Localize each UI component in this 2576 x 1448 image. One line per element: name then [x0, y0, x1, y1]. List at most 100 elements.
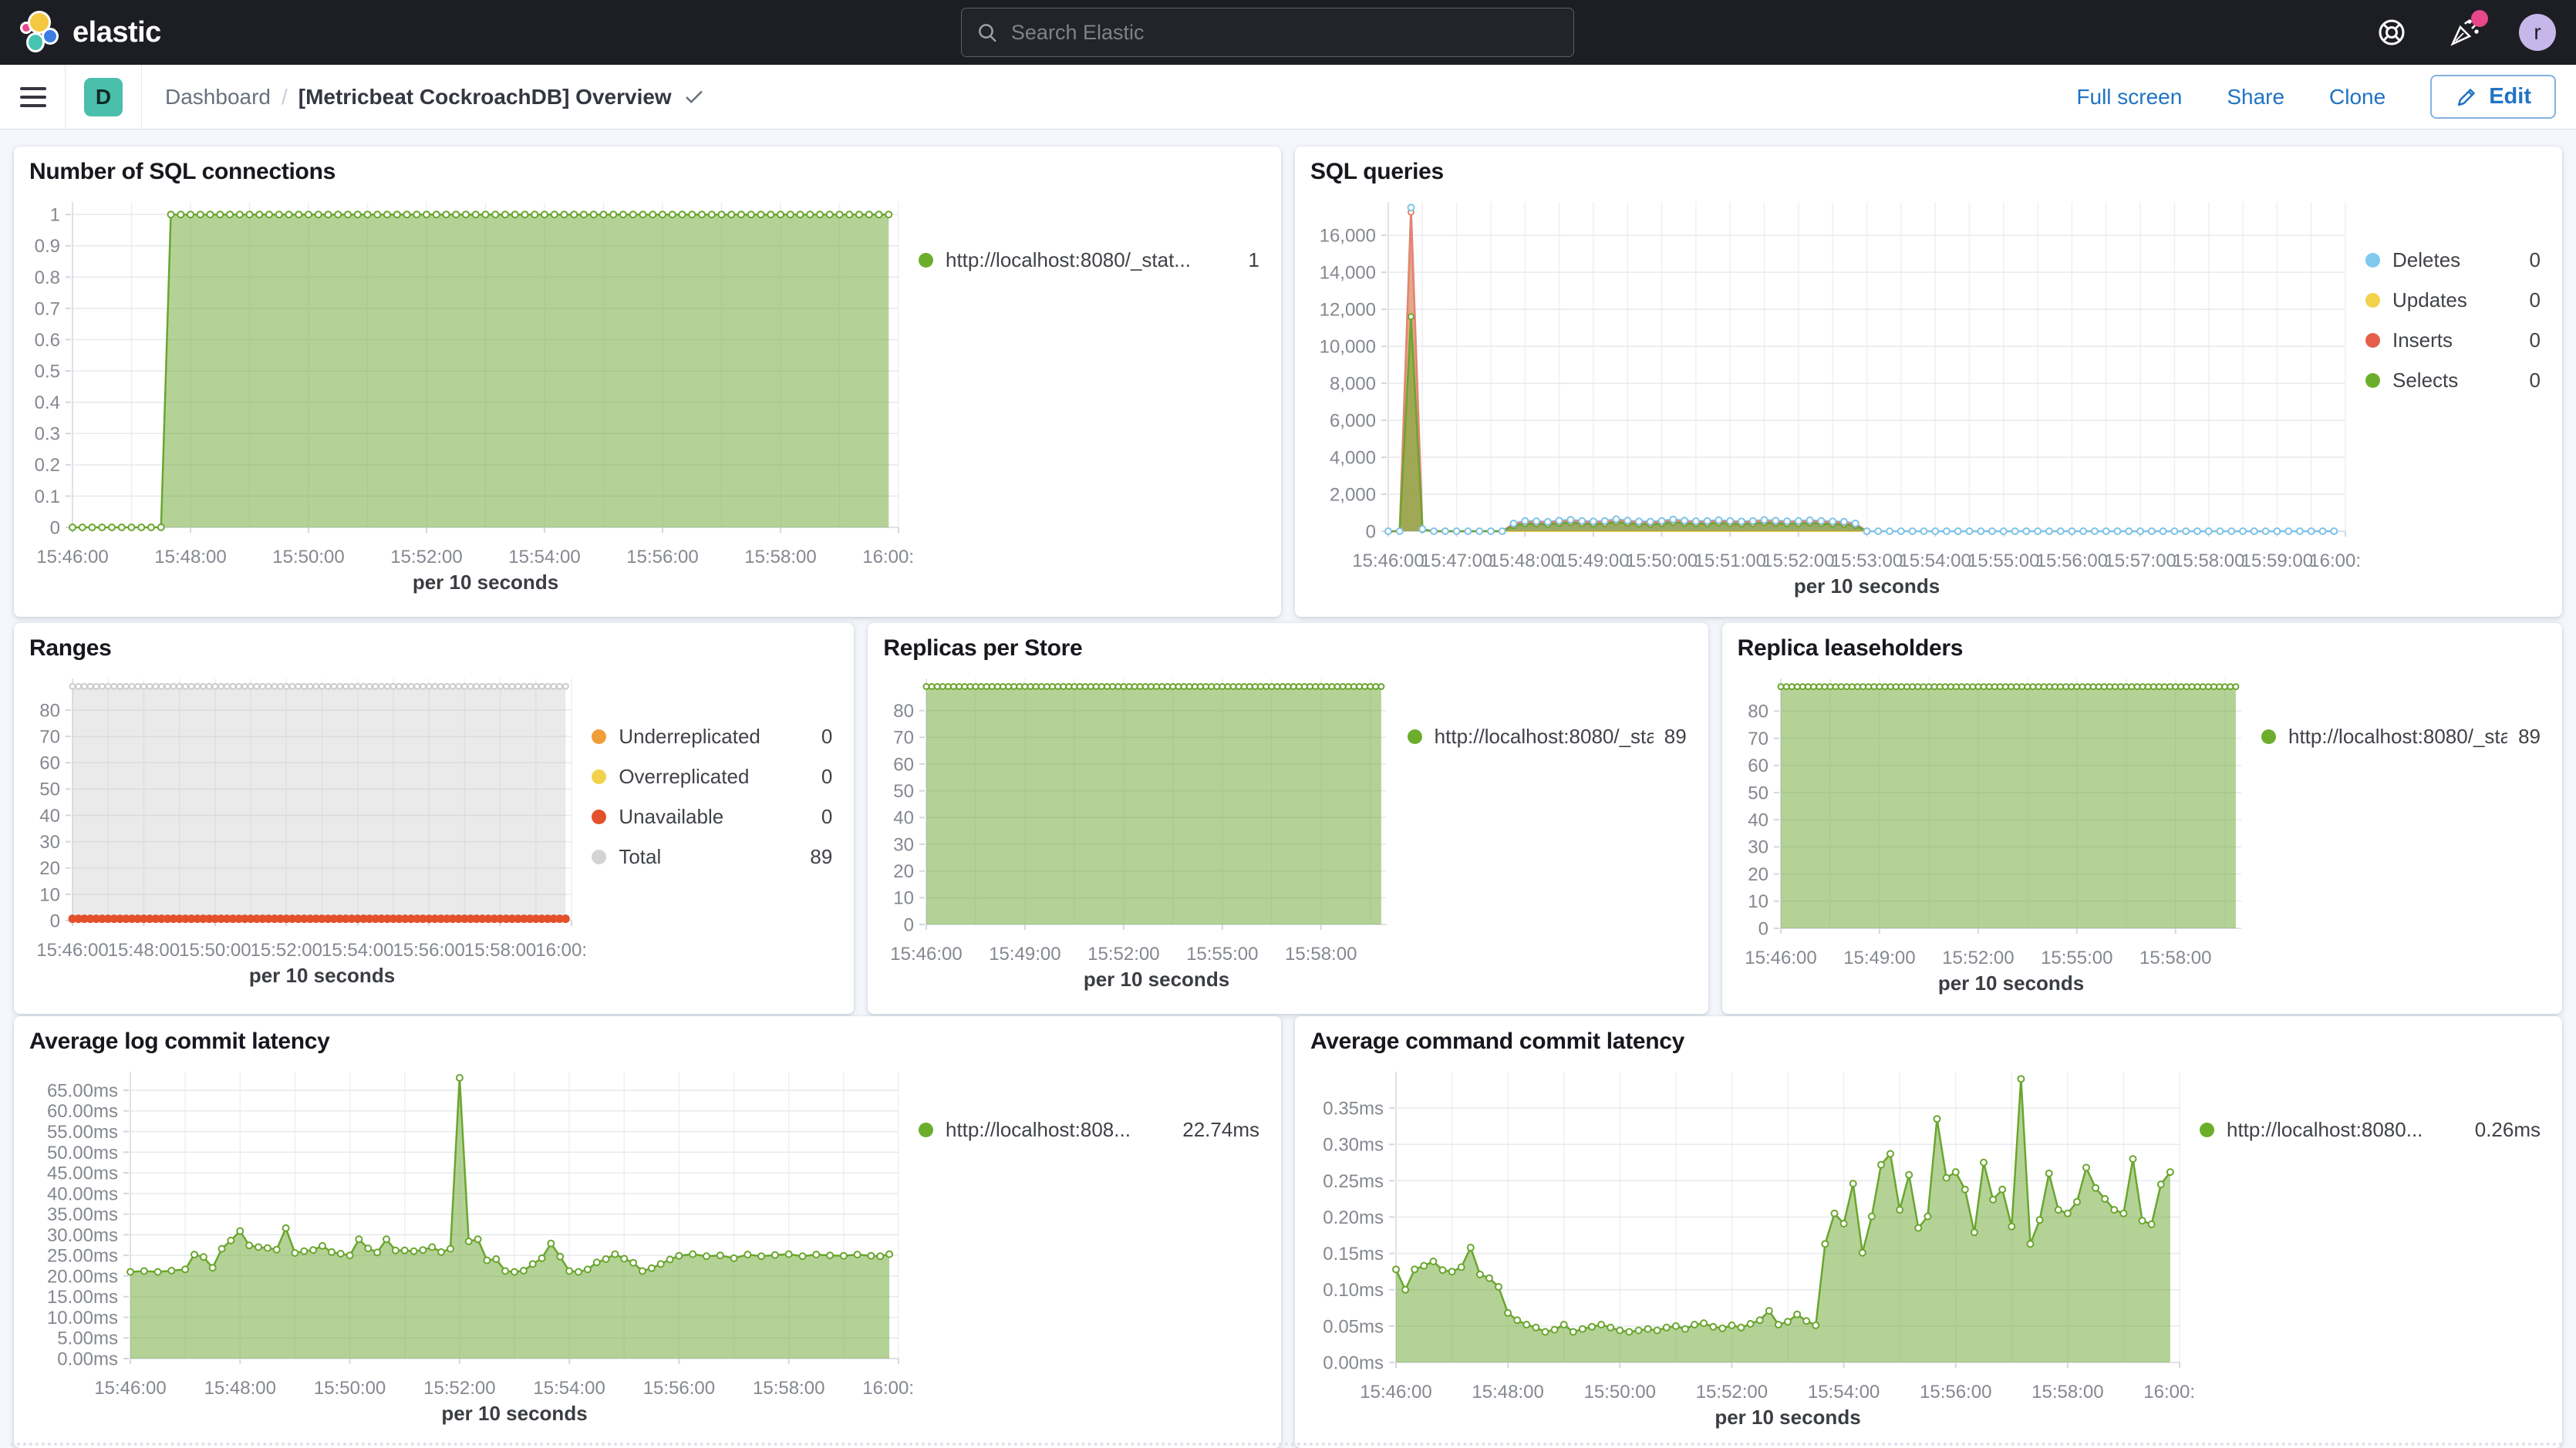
svg-text:15:48:00: 15:48:00 — [204, 1378, 276, 1399]
newsfeed-button[interactable] — [2446, 15, 2482, 50]
legend-series-label: Unavailable — [619, 805, 811, 829]
svg-text:0.1: 0.1 — [35, 487, 60, 507]
legend-item[interactable]: http://localhost:8080/_stat...1 — [919, 248, 1259, 272]
help-button[interactable] — [2374, 15, 2409, 50]
legend-item[interactable]: Inserts0 — [2365, 328, 2541, 352]
svg-text:16:00:00: 16:00:00 — [862, 547, 914, 567]
svg-text:per 10 seconds: per 10 seconds — [1084, 968, 1229, 991]
legend-series-value: 0 — [2530, 288, 2541, 312]
svg-text:15:56:00: 15:56:00 — [643, 1378, 715, 1399]
elastic-logo-icon — [20, 11, 60, 54]
svg-text:15:48:00: 15:48:00 — [1489, 551, 1561, 571]
breadcrumb-dashboard-link[interactable]: Dashboard — [165, 85, 271, 109]
panel-title: Number of SQL connections — [29, 159, 1269, 185]
legend-item[interactable]: http://localhost:808...22.74ms — [919, 1118, 1259, 1142]
chart-replicas-per-store[interactable]: 8070605040302010015:46:0015:49:0015:52:0… — [880, 665, 1402, 1003]
space-avatar[interactable]: D — [84, 78, 123, 116]
chart-log-commit-latency[interactable]: 65.00ms60.00ms55.00ms50.00ms45.00ms40.00… — [26, 1058, 914, 1437]
svg-text:25.00ms: 25.00ms — [47, 1246, 118, 1267]
svg-text:6,000: 6,000 — [1330, 410, 1376, 431]
legend-series-dot — [2261, 729, 2276, 744]
svg-text:0: 0 — [50, 911, 60, 931]
svg-text:per 10 seconds: per 10 seconds — [1794, 574, 1940, 598]
check-icon[interactable] — [683, 86, 706, 109]
svg-text:15:46:00: 15:46:00 — [1745, 948, 1816, 968]
dashboard-toolbar: D Dashboard / [Metricbeat CockroachDB] O… — [0, 65, 2576, 130]
svg-text:0.6: 0.6 — [35, 330, 60, 351]
chart-sql-connections[interactable]: 10.90.80.70.60.50.40.30.20.1015:46:0015:… — [26, 188, 914, 606]
legend-item[interactable]: Selects0 — [2365, 369, 2541, 392]
svg-text:15:50:00: 15:50:00 — [272, 547, 344, 567]
svg-text:15:52:00: 15:52:00 — [1762, 551, 1834, 571]
svg-text:12,000: 12,000 — [1320, 300, 1376, 321]
legend-series-dot — [2365, 253, 2380, 268]
legend-item[interactable]: Total89 — [592, 845, 832, 869]
svg-text:16:00:00: 16:00:00 — [2143, 1382, 2195, 1403]
svg-text:40: 40 — [39, 806, 60, 827]
panel-command-commit-latency: Average command commit latency 0.35ms0.3… — [1295, 1016, 2562, 1448]
legend-item[interactable]: http://localhost:8080/_sta...89 — [2261, 725, 2541, 749]
chart-ranges[interactable]: 8070605040302010015:46:0015:48:0015:50:0… — [26, 665, 587, 1003]
svg-text:60: 60 — [1748, 756, 1768, 776]
legend-item[interactable]: http://localhost:8080...0.26ms — [2200, 1118, 2541, 1142]
grid-edge-dots — [11, 1443, 2565, 1446]
svg-text:8,000: 8,000 — [1330, 373, 1376, 394]
svg-text:15:48:00: 15:48:00 — [108, 940, 180, 961]
svg-text:50.00ms: 50.00ms — [47, 1143, 118, 1163]
svg-text:15:49:00: 15:49:00 — [1843, 948, 1915, 968]
chart-legend: http://localhost:8080/_sta...89 — [2257, 665, 2550, 1003]
search-input[interactable] — [961, 8, 1574, 57]
legend-item[interactable]: http://localhost:8080/_sta...89 — [1408, 725, 1687, 749]
svg-text:15:49:00: 15:49:00 — [990, 944, 1061, 965]
legend-series-dot — [592, 729, 606, 744]
legend-series-dot — [592, 810, 606, 824]
legend-series-value: 0 — [821, 765, 832, 789]
svg-text:15:54:00: 15:54:00 — [322, 940, 393, 961]
legend-series-label: Underreplicated — [619, 725, 811, 749]
panel-title: Replicas per Store — [883, 635, 1695, 662]
svg-text:0.5: 0.5 — [35, 362, 60, 382]
legend-item[interactable]: Unavailable0 — [592, 805, 832, 829]
svg-text:0.8: 0.8 — [35, 268, 60, 288]
legend-item[interactable]: Updates0 — [2365, 288, 2541, 312]
svg-text:15:58:00: 15:58:00 — [2139, 948, 2211, 968]
elastic-brand[interactable]: elastic — [20, 11, 161, 54]
svg-text:15:55:00: 15:55:00 — [2041, 948, 2112, 968]
svg-text:0.7: 0.7 — [35, 298, 60, 319]
svg-text:20.00ms: 20.00ms — [47, 1266, 118, 1287]
dashboard-row: Ranges 8070605040302010015:46:0015:48:00… — [14, 623, 2562, 1002]
notification-badge — [2471, 10, 2488, 27]
legend-item[interactable]: Deletes0 — [2365, 248, 2541, 272]
share-button[interactable]: Share — [2227, 85, 2284, 109]
svg-text:15:56:00: 15:56:00 — [626, 547, 698, 567]
clone-button[interactable]: Clone — [2329, 85, 2385, 109]
svg-text:1: 1 — [50, 205, 60, 226]
edit-button[interactable]: Edit — [2430, 75, 2556, 119]
legend-series-dot — [2200, 1123, 2214, 1137]
menu-button[interactable] — [20, 87, 46, 107]
svg-text:15:46:00: 15:46:00 — [1360, 1382, 1431, 1403]
svg-text:15:52:00: 15:52:00 — [1942, 948, 2014, 968]
legend-series-value: 0 — [821, 725, 832, 749]
legend-series-label: Total — [619, 845, 799, 869]
chart-legend: http://localhost:8080/_stat...1 — [914, 188, 1269, 606]
full-screen-button[interactable]: Full screen — [2076, 85, 2182, 109]
legend-series-dot — [592, 769, 606, 784]
svg-text:0.2: 0.2 — [35, 455, 60, 476]
panel-title: Average log commit latency — [29, 1029, 1269, 1055]
legend-item[interactable]: Overreplicated0 — [592, 765, 832, 789]
chart-sql-queries[interactable]: 16,00014,00012,00010,0008,0006,0004,0002… — [1307, 188, 2361, 606]
legend-series-value: 0 — [2530, 328, 2541, 352]
svg-text:15:54:00: 15:54:00 — [508, 547, 580, 567]
legend-item[interactable]: Underreplicated 0 — [592, 725, 832, 749]
svg-text:30.00ms: 30.00ms — [47, 1225, 118, 1246]
chart-command-commit-latency[interactable]: 0.35ms0.30ms0.25ms0.20ms0.15ms0.10ms0.05… — [1307, 1058, 2195, 1437]
global-header: elastic r — [0, 0, 2576, 65]
avatar[interactable]: r — [2519, 14, 2556, 51]
svg-text:15:58:00: 15:58:00 — [2173, 551, 2244, 571]
svg-text:80: 80 — [1748, 702, 1768, 722]
svg-text:per 10 seconds: per 10 seconds — [1938, 972, 2084, 995]
svg-text:15:52:00: 15:52:00 — [1087, 944, 1159, 965]
breadcrumb: Dashboard / [Metricbeat CockroachDB] Ove… — [165, 85, 706, 109]
chart-replica-leaseholders[interactable]: 8070605040302010015:46:0015:49:0015:52:0… — [1735, 665, 2257, 1003]
